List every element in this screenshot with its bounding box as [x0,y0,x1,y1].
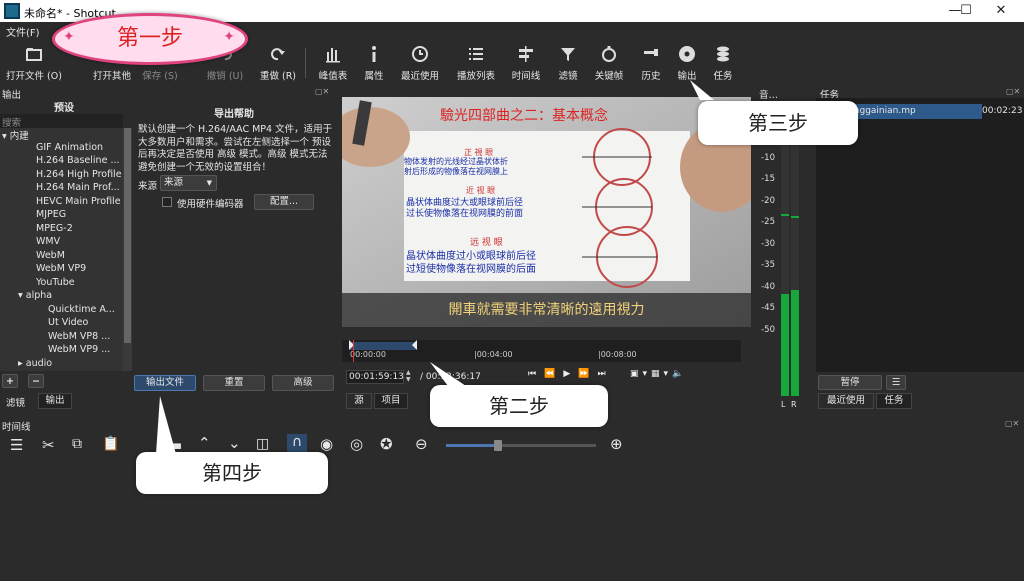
callout-pointer-step4 [156,396,176,454]
app-window: 未命名* - Shotcut — ☐ ✕ 文件(F) 打开文件 (O) 打开其他… [0,0,1024,581]
callout-pointers [156,80,714,454]
callout-pointer-step3 [690,80,714,100]
callout-pointer-step2 [430,362,466,386]
